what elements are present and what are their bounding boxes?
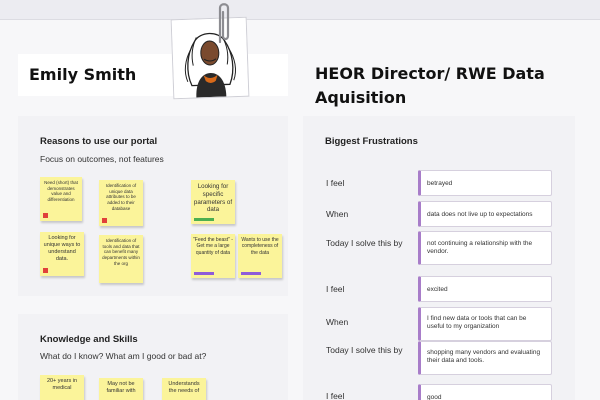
sticky-note[interactable]: "Feed the beast" - Get me a large quanti…: [191, 234, 235, 278]
tag-marker: [102, 218, 107, 223]
sticky-note[interactable]: Understands the needs of: [162, 378, 206, 400]
feel-field[interactable]: betrayed: [418, 170, 552, 196]
knowledge-section: Knowledge and Skills What do I know? Wha…: [18, 314, 288, 400]
paper-clip-icon: [218, 3, 230, 44]
reasons-section: Reasons to use our portal Focus on outco…: [18, 116, 288, 296]
sticky-note[interactable]: May not be familiar with: [99, 378, 143, 400]
top-bar: [0, 0, 600, 20]
sticky-note[interactable]: Need (short) that demonstrates value and…: [40, 177, 82, 221]
feel-label: I feel: [326, 178, 345, 188]
sticky-note[interactable]: Looking for unique ways to understand da…: [40, 232, 84, 276]
solve-field[interactable]: shopping many vendors and evaluating the…: [418, 341, 552, 375]
solve-label: Today I solve this by: [326, 238, 403, 248]
tag-marker: [241, 272, 261, 275]
tag-marker: [43, 268, 48, 273]
tag-marker: [194, 272, 214, 275]
persona-role: HEOR Director/ RWE Data Aquisition: [315, 64, 545, 107]
feel-label: I feel: [326, 284, 345, 294]
sticky-note[interactable]: Identification of unique data attributes…: [99, 180, 143, 226]
sticky-note[interactable]: Identification of tools and data that ca…: [99, 235, 143, 283]
sticky-note[interactable]: Wants to use the completeness of the dat…: [238, 234, 282, 278]
when-field[interactable]: data does not live up to expectations: [418, 201, 552, 227]
knowledge-subtitle: What do I know? What am I good or bad at…: [40, 351, 207, 361]
reasons-subtitle: Focus on outcomes, not features: [40, 154, 164, 164]
feel-label: I feel: [326, 391, 345, 400]
when-field[interactable]: I find new data or tools that can be use…: [418, 307, 552, 341]
when-label: When: [326, 209, 349, 219]
feel-field[interactable]: excited: [418, 276, 552, 302]
tag-marker: [194, 218, 214, 221]
tag-marker: [43, 213, 48, 218]
persona-avatar: [170, 16, 250, 100]
frustrations-title: Biggest Frustrations: [325, 136, 418, 147]
knowledge-title: Knowledge and Skills: [40, 334, 138, 345]
when-label: When: [326, 317, 349, 327]
persona-name: Emily Smith: [29, 65, 137, 84]
sticky-note[interactable]: 20+ years in medical: [40, 375, 84, 400]
solve-label: Today I solve this by: [326, 345, 403, 355]
reasons-title: Reasons to use our portal: [40, 136, 158, 147]
sticky-note[interactable]: Looking for specific parameters of data: [191, 180, 235, 224]
solve-field[interactable]: not continuing a relationship with the v…: [418, 231, 552, 265]
feel-field[interactable]: good: [418, 384, 552, 400]
avatar-illustration: [171, 17, 249, 99]
